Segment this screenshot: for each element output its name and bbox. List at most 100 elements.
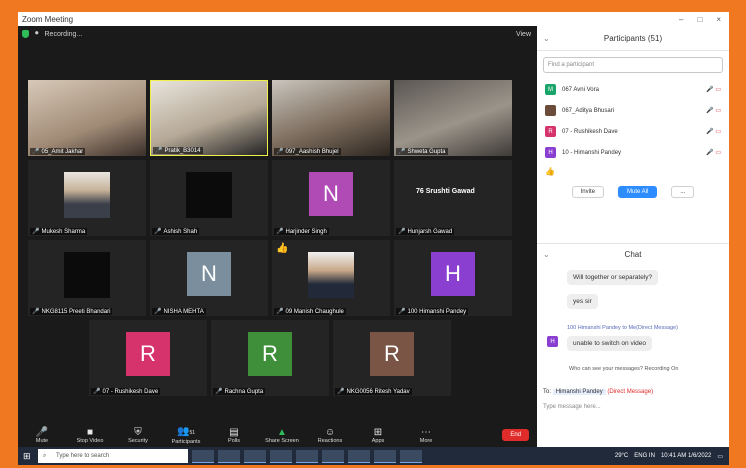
taskbar-app-chrome[interactable] [218,449,240,463]
meeting-area: ⏺ Recording... View 🎤 05_Amit Jakhar 🎤 Pra… [18,26,537,423]
muted-mic-icon: 🎤 [398,229,406,235]
tile-name: 🎤 Shweta Gupta [396,148,448,155]
participant-tile[interactable]: H 🎤 100 Himanshi Pandey [394,240,512,316]
mute-all-button[interactable]: Mute All [617,186,658,198]
minimize-button[interactable]: – [679,15,683,24]
chat-panel: ⌄ Chat Will together or separately? yes … [537,243,729,448]
stop-video-button[interactable]: ■ Stop Video [66,427,114,444]
more-button[interactable]: ⋯ More [402,427,450,444]
chevron-down-icon[interactable]: ⌄ [543,250,550,259]
muted-mic-icon: 🎤 [32,229,40,235]
raised-hand-icon: 👍 [545,167,555,176]
tile-name: 🎤 09 Manish Chaughule [274,308,346,315]
chat-message: Will together or separately? [567,270,659,285]
muted-mic-icon: 🎤 [337,389,345,395]
close-button[interactable]: × [716,15,721,24]
tile-name: 🎤 Rachna Gupta [213,388,266,395]
participant-tile[interactable]: N 🎤 Harjinder Singh [272,160,390,236]
tile-caption: 76 Srushti Gawad [416,188,475,195]
avatar: M [545,84,556,95]
video-tile[interactable]: 🎤 097_Aashish Bhujel [272,80,390,156]
end-meeting-button[interactable]: End [502,429,529,441]
participant-tile[interactable]: R 🎤 NKG0056 Ritesh Yadav [333,320,451,396]
participant-row[interactable]: M 067 Avni Vora 🎤 ▭ [537,79,729,100]
profile-photo [64,172,110,218]
participant-search-input[interactable]: Find a participant [543,57,723,73]
polls-button[interactable]: ▤ Polls [210,427,258,444]
video-tile-active[interactable]: 🎤 Pratik_B3014 [150,80,268,156]
chat-header: ⌄ Chat [537,244,729,264]
participant-count: 51 [189,429,195,436]
participant-tile[interactable]: 🎤 Ashish Shah [150,160,268,236]
avatar-initial: R [248,332,292,376]
chevron-down-icon[interactable]: ⌄ [543,34,550,43]
video-tile[interactable]: 🎤 Shweta Gupta [394,80,512,156]
taskbar-app-powerpoint[interactable] [374,449,396,463]
participant-tile[interactable]: 🎤 NKG8115 Preeti Bhandari [28,240,146,316]
participant-row[interactable]: 067_Aditya Bhusari 🎤 ▭ [537,100,729,121]
participant-tile[interactable]: 🎤 Mukesh Sharma [28,160,146,236]
recording-status: Recording... [44,30,83,38]
notification-icon[interactable]: ▭ [717,453,723,460]
participant-tile[interactable]: 👍 🎤 09 Manish Chaughule [272,240,390,316]
recording-note[interactable]: Who can see your messages? Recording On [569,366,678,372]
chat-input[interactable]: Type message here... [543,404,601,410]
profile-photo [186,172,232,218]
muted-mic-icon: 🎤 [276,229,284,235]
avatar-initial: R [126,332,170,376]
muted-mic-icon: 🎤 [398,149,406,155]
participant-name: 07 - Rushikesh Dave [562,128,618,135]
meeting-toolbar: 🎤 Mute ■ Stop Video ⛨ Security 👥51 Participa… [18,423,537,447]
apps-button[interactable]: ⊞ Apps [354,427,402,444]
muted-mic-icon: 🎤 [154,309,162,315]
tile-name: 🎤 100 Himanshi Pandey [396,308,469,315]
windows-start-icon[interactable]: ⊞ [23,451,31,462]
security-button[interactable]: ⛨ Security [114,427,162,444]
thumbs-up-icon: 👍 [276,243,289,254]
avatar [545,105,556,116]
record-icon: ⏺ [35,30,39,37]
muted-mic-icon: 🎤 [32,149,40,155]
clock[interactable]: 10:41 AM 1/6/2022 [661,453,711,459]
taskbar-app-word[interactable] [296,449,318,463]
weather-label[interactable]: 29°C [615,453,628,459]
participant-tile[interactable]: R 🎤 07 - Rushikesh Dave [89,320,207,396]
tile-name: 🎤 097_Aashish Bhujel [274,148,341,155]
muted-mic-icon: 🎤 [93,389,101,395]
taskbar-app-zoom[interactable] [192,449,214,463]
mic-icon: 🎤 [35,426,49,438]
more-options-button[interactable]: ... [671,186,695,198]
muted-mic-icon: 🎤 [398,309,406,315]
language-indicator[interactable]: ENG IN [634,453,655,459]
share-screen-icon: ▲ [277,426,287,438]
more-icon: ⋯ [421,426,431,438]
video-feed [394,80,512,156]
muted-video-icon: 🎤 ▭ [706,150,721,156]
participant-tile[interactable]: R 🎤 Rachna Gupta [211,320,329,396]
tile-name: 🎤 NKG0056 Ritesh Yadav [335,388,412,395]
taskbar-app-teams[interactable] [322,449,344,463]
recipient-label: To: [543,389,552,395]
taskbar-app-zoom-2[interactable] [400,449,422,463]
participant-tile[interactable]: 76 Srushti Gawad 🎤 Hunjarsh Gawad [394,160,512,236]
participant-tile[interactable]: N 🎤 NISHA MEHTA [150,240,268,316]
shield-icon[interactable] [22,30,29,38]
share-screen-button[interactable]: ▲ Share Screen [258,427,306,444]
view-button[interactable]: View [516,31,531,38]
tile-name: 🎤 Hunjarsh Gawad [396,228,455,235]
mute-button[interactable]: 🎤 Mute [18,427,66,444]
reactions-button[interactable]: ☺ Reactions [306,427,354,444]
taskbar-app-explorer[interactable] [244,449,266,463]
invite-button[interactable]: Invite [571,186,604,198]
taskbar-app-mail[interactable] [348,449,370,463]
participants-button[interactable]: 👥51 Participants [162,426,210,445]
video-feed [272,80,390,156]
participant-row[interactable]: H 10 - Himanshi Pandey 🎤 ▭ [537,142,729,163]
participant-row[interactable]: R 07 - Rushikesh Dave 🎤 ▭ [537,121,729,142]
system-tray: 29°C ENG IN 10:41 AM 1/6/2022 ▭ [615,453,723,460]
taskbar-app-edge[interactable] [270,449,292,463]
chat-recipient-select[interactable]: To: Himanshi Pandey (Direct Message) [543,389,653,395]
maximize-button[interactable]: □ [697,15,702,24]
taskbar-search-input[interactable]: ⌕ Type here to search [38,449,188,463]
video-tile[interactable]: 🎤 05_Amit Jakhar [28,80,146,156]
